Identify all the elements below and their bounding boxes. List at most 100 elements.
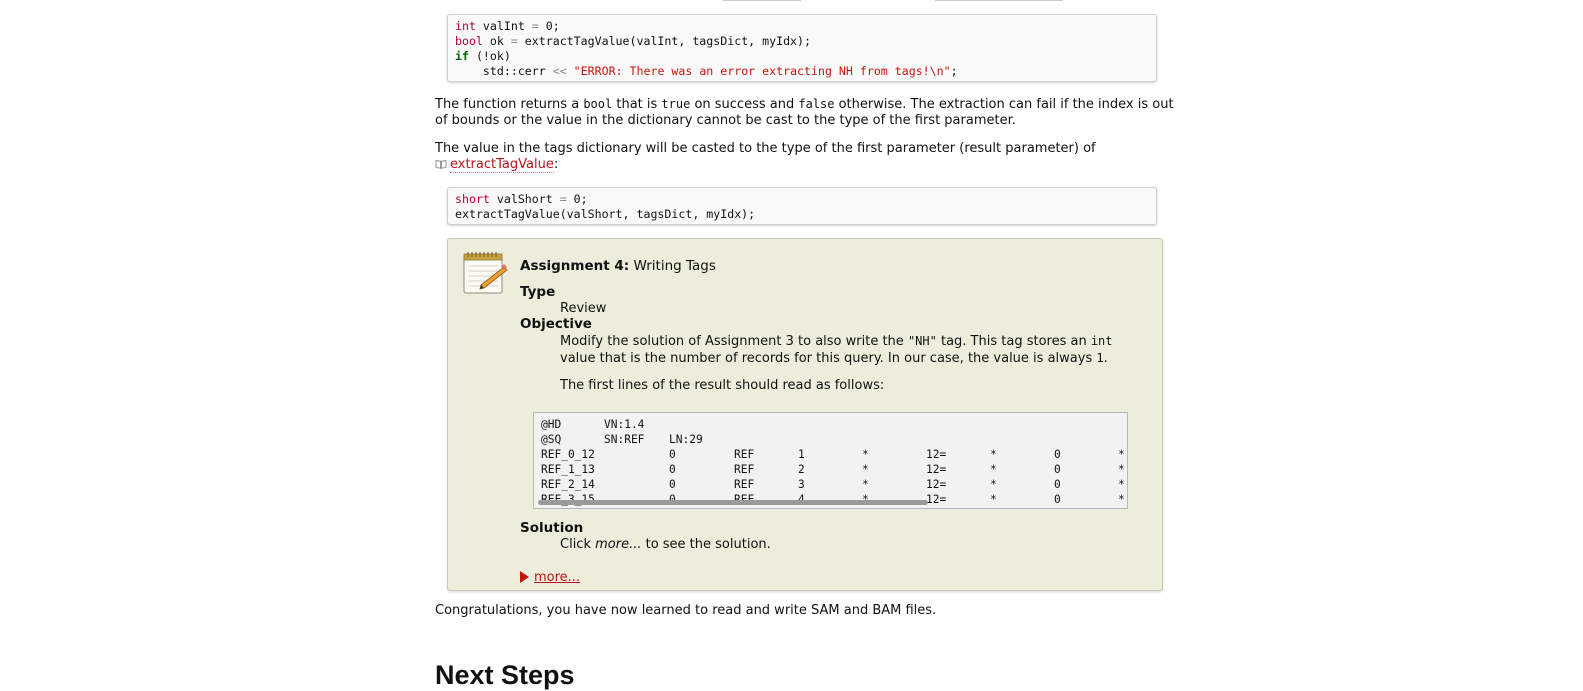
sam-cell: * — [990, 493, 997, 506]
sam-cell: 12= — [926, 463, 947, 476]
type-value: Review — [560, 301, 607, 316]
sam-cell: 0 — [669, 478, 676, 491]
text: : — [553, 157, 559, 172]
code-text: 0; — [566, 192, 588, 206]
first-lines-text: The first lines of the result should rea… — [560, 378, 885, 393]
sam-header-row: @HD VN:1.4 — [541, 417, 1120, 432]
sam-cell: * — [1118, 448, 1125, 461]
objective-label: Objective — [520, 316, 592, 332]
text: value that is the number of records for … — [560, 351, 1097, 366]
extracttagvalue-link[interactable]: extractTagValue — [450, 157, 554, 173]
sam-cell: REF — [734, 448, 755, 461]
more-label: more... — [534, 570, 581, 585]
sam-cell: * — [990, 448, 997, 461]
code-block-short: short valShort = 0; extractTagValue(valS… — [447, 187, 1157, 225]
next-steps-heading: Next Steps — [435, 660, 575, 690]
sam-record-row: REF_1_13 0 REF 2 * 12= * 0 * — [541, 462, 1125, 477]
code-text: valInt — [475, 19, 532, 33]
code-keyword: if — [455, 49, 469, 63]
code-text: valShort — [489, 192, 560, 206]
horizontal-scrollbar[interactable] — [538, 500, 928, 505]
sam-cell: SN:REF — [604, 433, 645, 446]
emphasis: more... — [595, 537, 642, 552]
code-string: "ERROR: There was an error extracting NH… — [566, 64, 951, 78]
sam-header-row: @SQ SN:REF LN:29 — [541, 432, 1120, 447]
sam-cell: * — [862, 448, 869, 461]
paragraph-return-value: The function returns a bool that is true… — [435, 96, 1175, 129]
code-text: extractTagValue(valInt, tagsDict, myIdx)… — [517, 34, 811, 48]
inline-code: bool — [583, 97, 613, 111]
inline-code: false — [798, 97, 835, 111]
book-icon — [435, 159, 447, 169]
inline-code: "NH" — [907, 334, 937, 348]
code-text: std::cerr — [455, 64, 553, 78]
sam-cell: 0 — [1054, 448, 1061, 461]
sam-output-block[interactable]: @HD VN:1.4 @SQ SN:REF LN:29 REF_0_12 0 REF 1 * 1… — [533, 412, 1128, 509]
text: that is — [612, 97, 662, 112]
text: on success and — [690, 97, 799, 112]
assignment-label: Assignment 4: — [520, 258, 630, 274]
text: The function returns a — [435, 97, 584, 112]
sam-cell: REF_0_12 — [541, 448, 595, 461]
sam-cell: 2 — [798, 463, 805, 476]
sam-cell: VN:1.4 — [604, 418, 645, 431]
text: to see the solution. — [641, 537, 771, 552]
sam-cell: 12= — [926, 448, 947, 461]
cutoff-underline-1 — [723, 0, 801, 1]
sam-cell: 0 — [1054, 463, 1061, 476]
expand-triangle-icon — [520, 571, 529, 583]
sam-cell: 0 — [669, 448, 676, 461]
sam-cell: @SQ — [541, 433, 562, 446]
sam-record-row: REF_2_14 0 REF 3 * 12= * 0 * — [541, 477, 1125, 492]
sam-cell: 0 — [1054, 478, 1061, 491]
code-operator: << — [552, 64, 567, 78]
sam-cell: * — [1118, 478, 1125, 491]
sam-cell: REF_2_14 — [541, 478, 595, 491]
sam-cell: 1 — [798, 448, 805, 461]
sam-cell: 12= — [926, 478, 947, 491]
code-operator: = — [531, 19, 539, 33]
inline-code: int — [1090, 334, 1113, 348]
solution-text: Click more... to see the solution. — [560, 537, 1150, 553]
sam-cell: LN:29 — [669, 433, 703, 446]
code-keyword: int — [455, 19, 476, 33]
sam-cell: REF — [734, 463, 755, 476]
text: Modify the solution of Assignment 3 to a… — [560, 334, 908, 349]
congrats-text: Congratulations, you have now learned to… — [435, 603, 937, 618]
sam-cell: @HD — [541, 418, 562, 431]
sam-cell: * — [1118, 463, 1125, 476]
sam-cell: * — [862, 463, 869, 476]
sam-cell: 0 — [669, 463, 676, 476]
sam-cell: REF_1_13 — [541, 463, 595, 476]
sam-cell: * — [862, 478, 869, 491]
text: . — [1103, 351, 1108, 366]
sam-cell: REF — [734, 478, 755, 491]
code-text: ok — [482, 34, 511, 48]
solution-label: Solution — [520, 520, 584, 536]
code-operator: = — [559, 192, 567, 206]
code-text: (!ok) — [468, 49, 511, 63]
text: The value in the tags dictionary will be… — [435, 141, 1096, 156]
code-keyword: bool — [455, 34, 483, 48]
code-keyword: short — [455, 192, 490, 206]
sam-record-row: REF_0_12 0 REF 1 * 12= * 0 * — [541, 447, 1125, 462]
code-text: extractTagValue(valShort, tagsDict, myId… — [455, 207, 756, 221]
assignment-title: Assignment 4: Writing Tags — [520, 258, 716, 274]
assignment-box: Assignment 4: Writing Tags Type Review O… — [447, 238, 1163, 591]
inline-code: 1 — [1096, 351, 1104, 365]
cutoff-underline-2 — [935, 0, 1063, 1]
sam-cell: * — [990, 478, 997, 491]
sam-cell: 0 — [1054, 493, 1061, 506]
paragraph-casting: The value in the tags dictionary will be… — [435, 141, 1175, 173]
more-toggle-link[interactable]: more... — [520, 570, 580, 585]
code-text: ; — [950, 64, 958, 78]
inline-code: true — [661, 97, 691, 111]
sam-cell: 3 — [798, 478, 805, 491]
code-text: 0; — [538, 19, 560, 33]
assignment-name: Writing Tags — [629, 258, 716, 274]
type-label: Type — [520, 284, 556, 300]
objective-text: Modify the solution of Assignment 3 to a… — [560, 333, 1150, 367]
notepad-pencil-icon — [463, 252, 508, 294]
code-block-extract: int valInt = 0; bool ok = extractTagValu… — [447, 14, 1157, 82]
sam-cell: * — [990, 463, 997, 476]
